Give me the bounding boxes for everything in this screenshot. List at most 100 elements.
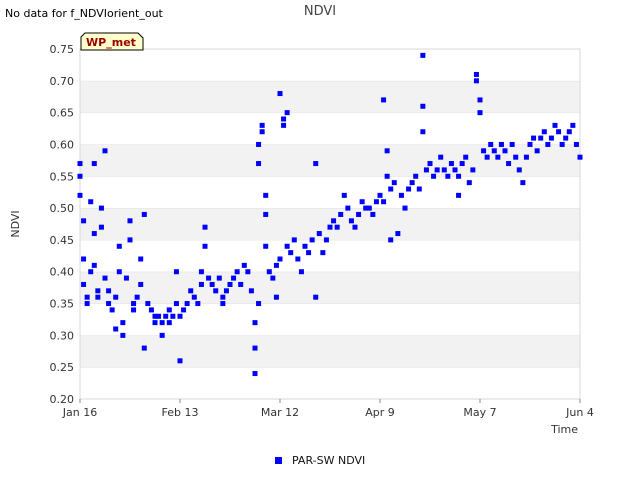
data-point [98, 224, 104, 230]
data-point [213, 288, 219, 294]
data-point [173, 269, 179, 275]
data-point [509, 141, 515, 147]
grid-band [80, 271, 580, 304]
data-point [120, 332, 126, 338]
data-point [113, 294, 119, 300]
data-point [109, 307, 115, 313]
data-point [102, 275, 108, 281]
data-point [152, 320, 158, 326]
data-point [491, 148, 497, 154]
data-point [177, 358, 183, 364]
data-point [198, 281, 204, 287]
data-point [88, 269, 94, 275]
data-point [438, 154, 444, 160]
data-point [338, 211, 344, 217]
data-point [420, 52, 426, 58]
data-point [156, 313, 162, 319]
x-tick-label: Apr 9 [365, 406, 395, 419]
data-point [127, 237, 133, 243]
data-point [256, 301, 262, 307]
data-point [202, 224, 208, 230]
data-point [395, 231, 401, 237]
data-point [170, 313, 176, 319]
data-point [81, 256, 87, 262]
data-point [477, 110, 483, 116]
data-point [98, 205, 104, 211]
grid-bands [80, 48, 580, 399]
data-point [291, 237, 297, 243]
data-point [534, 148, 540, 154]
data-point [459, 161, 465, 167]
data-point [81, 218, 87, 224]
data-point [402, 205, 408, 211]
data-point [116, 243, 122, 249]
data-point [120, 320, 126, 326]
data-point [284, 243, 290, 249]
data-point [141, 211, 147, 217]
data-point [431, 173, 437, 179]
wp-met-badge: WP_met [80, 32, 144, 51]
data-point [284, 110, 290, 116]
data-point [516, 167, 522, 173]
data-point [95, 288, 101, 294]
data-point [102, 148, 108, 154]
data-point [384, 173, 390, 179]
data-point [473, 71, 479, 77]
data-point [77, 173, 83, 179]
x-axis: Jan 16 Feb 13 Mar 12 Apr 9 May 7 Jun 4 [62, 399, 594, 419]
data-point [241, 262, 247, 268]
data-point [481, 148, 487, 154]
data-point [231, 275, 237, 281]
data-point [81, 281, 87, 287]
data-point [523, 154, 529, 160]
data-point [131, 307, 137, 313]
data-point [263, 243, 269, 249]
data-point [398, 192, 404, 198]
data-point [259, 129, 265, 135]
data-point [252, 371, 258, 377]
data-point [502, 148, 508, 154]
data-point [288, 250, 294, 256]
data-point [256, 141, 262, 147]
data-point [159, 332, 165, 338]
data-point [123, 275, 129, 281]
grid-band [80, 49, 580, 81]
data-point [559, 141, 565, 147]
data-point [259, 122, 265, 128]
data-point [295, 256, 301, 262]
data-point [91, 231, 97, 237]
data-point [273, 294, 279, 300]
data-point [173, 301, 179, 307]
data-point [556, 129, 562, 135]
data-point [302, 243, 308, 249]
data-point [477, 97, 483, 103]
data-point [466, 180, 472, 186]
data-point [216, 275, 222, 281]
data-point [352, 224, 358, 230]
data-point [506, 161, 512, 167]
data-point [413, 173, 419, 179]
data-point [145, 301, 151, 307]
y-tick-label: 0.60 [50, 138, 75, 151]
grid-band [80, 176, 580, 209]
y-tick-label: 0.30 [50, 329, 75, 342]
y-axis-title: NDVI [9, 210, 22, 237]
data-point [248, 288, 254, 294]
data-point [563, 135, 569, 141]
data-point [148, 307, 154, 313]
data-point [373, 199, 379, 205]
data-point [256, 161, 262, 167]
data-point [381, 199, 387, 205]
data-point [520, 180, 526, 186]
data-point [273, 262, 279, 268]
data-point [277, 256, 283, 262]
data-point [298, 269, 304, 275]
data-point [227, 281, 233, 287]
data-point [552, 122, 558, 128]
data-point [366, 205, 372, 211]
legend-swatch [275, 457, 282, 464]
grid-band [80, 335, 580, 368]
y-tick-label: 0.70 [50, 75, 75, 88]
data-point [188, 288, 194, 294]
data-point [531, 135, 537, 141]
